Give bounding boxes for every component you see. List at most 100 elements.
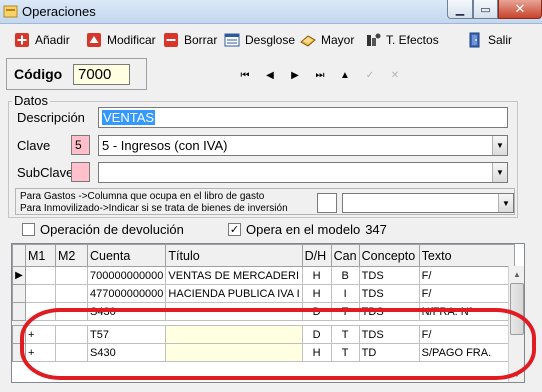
clave-dropdown-icon[interactable]: ▼ (492, 136, 507, 155)
row-indicator (12, 343, 26, 362)
cell-m2[interactable] (55, 343, 88, 362)
breakdown-button[interactable]: Desglose (224, 30, 295, 50)
cancel-record-icon: ✕ (390, 69, 400, 81)
delete-icon (164, 33, 178, 47)
cell-cuenta[interactable]: S430 (86, 343, 167, 362)
cell-titulo[interactable]: VENTAS DE MERCADERI (165, 266, 303, 285)
cell-cuenta[interactable]: S430 (86, 302, 167, 321)
cell-texto[interactable]: N/FRA. Nº (418, 302, 515, 321)
cell-concepto[interactable]: TDS (358, 325, 420, 344)
maximize-button[interactable]: ▭ (473, 0, 498, 19)
modelo-checkbox-row[interactable]: ✓ Opera en el modelo 347 (228, 222, 387, 237)
modelo-checkbox[interactable]: ✓ (228, 223, 241, 236)
column-number-input[interactable] (317, 193, 337, 213)
effects-label: T. Efectos (386, 33, 439, 47)
cell-dh[interactable]: H (301, 266, 332, 285)
cell-m1[interactable] (25, 266, 56, 285)
grid-indicator-header (12, 244, 26, 267)
table-row[interactable]: 477000000000 HACIENDA PUBLICA IVA I H I … (12, 284, 515, 303)
cell-m1[interactable] (25, 302, 56, 321)
next-record-icon[interactable]: ▶ (288, 68, 302, 82)
cell-m2[interactable] (55, 325, 88, 344)
cell-titulo[interactable]: HACIENDA PUBLICA IVA I (165, 284, 303, 303)
cell-can[interactable]: I (330, 284, 360, 303)
minimize-button[interactable]: ▁ (447, 0, 473, 19)
cell-titulo[interactable] (165, 325, 303, 344)
delete-button[interactable]: Borrar (163, 30, 217, 50)
effects-button[interactable]: T. Efectos (365, 30, 439, 50)
cell-concepto[interactable]: TDS (358, 266, 420, 285)
insert-record-icon[interactable]: ▲ (338, 68, 352, 82)
column-header[interactable]: M2 (55, 244, 88, 267)
cell-texto[interactable]: F/ (418, 284, 515, 303)
codigo-input[interactable]: 7000 (73, 64, 130, 85)
grid-scrollbar[interactable]: ▲ ▼ (508, 266, 524, 382)
cell-concepto[interactable]: TDS (358, 284, 420, 303)
exit-label: Salir (488, 33, 513, 47)
column-header[interactable]: D/H (301, 244, 332, 267)
cell-titulo[interactable] (165, 343, 303, 362)
cell-m1[interactable]: + (25, 343, 56, 362)
column-header[interactable]: Cuenta (86, 244, 167, 267)
post-record-icon: ✓ (365, 69, 375, 81)
modify-button[interactable]: Modificar (86, 30, 156, 50)
descripcion-input[interactable]: VENTAS (98, 107, 508, 128)
cell-titulo[interactable] (165, 302, 303, 321)
table-row[interactable]: ▶ 700000000000 VENTAS DE MERCADERI H B T… (12, 266, 515, 285)
cell-dh[interactable]: H (301, 343, 332, 362)
cell-can[interactable]: T (330, 325, 360, 344)
breakdown-label: Desglose (245, 33, 296, 47)
cell-concepto[interactable]: TDS (358, 302, 420, 321)
previous-record-icon[interactable]: ◀ (263, 68, 277, 82)
column-header[interactable]: Texto (418, 244, 515, 267)
subclave-code-input[interactable] (71, 162, 90, 182)
table-row[interactable]: + S430 H T TD S/PAGO FRA. (12, 343, 515, 362)
cell-cuenta[interactable]: 700000000000 (86, 266, 167, 285)
add-button[interactable]: Añadir (14, 30, 70, 50)
column-header[interactable]: M1 (25, 244, 56, 267)
first-record-icon[interactable]: ⏮ (238, 68, 252, 82)
column-header[interactable]: Can (330, 244, 360, 267)
cell-texto[interactable]: F/ (418, 266, 515, 285)
cell-m2[interactable] (55, 302, 88, 321)
inversion-dropdown-icon[interactable]: ▼ (498, 194, 513, 212)
subclave-dropdown-icon[interactable]: ▼ (492, 163, 507, 182)
cell-can[interactable]: T (330, 302, 360, 321)
clave-select[interactable]: 5 - Ingresos (con IVA) (98, 135, 508, 156)
cell-cuenta[interactable]: 477000000000 (86, 284, 167, 303)
cell-m1[interactable] (25, 284, 56, 303)
devolucion-checkbox[interactable] (22, 223, 35, 236)
cell-m2[interactable] (55, 284, 88, 303)
inmovilizado-note-line: Para Inmovilizado->Indicar si se trata d… (20, 203, 288, 214)
cell-dh[interactable]: H (301, 284, 332, 303)
scroll-down-icon[interactable]: ▼ (509, 366, 524, 382)
inversion-select[interactable] (342, 193, 514, 213)
scroll-thumb[interactable] (510, 283, 524, 335)
entries-grid[interactable]: M1 M2 Cuenta Título D/H Can Concepto Tex… (11, 243, 525, 383)
cell-can[interactable]: B (330, 266, 360, 285)
cell-texto[interactable]: S/PAGO FRA. (418, 343, 515, 362)
cell-dh[interactable]: D (301, 325, 332, 344)
subclave-select[interactable] (98, 162, 508, 183)
codigo-panel: Código 7000 (6, 58, 147, 90)
exit-button[interactable]: Salir (467, 30, 512, 50)
table-row[interactable]: S430 D T TDS N/FRA. Nº (12, 302, 515, 321)
cell-concepto[interactable]: TD (358, 343, 420, 362)
cell-m2[interactable] (55, 266, 88, 285)
cell-cuenta[interactable]: T57 (86, 325, 167, 344)
last-record-icon[interactable]: ⏭ (313, 68, 327, 82)
scroll-up-icon[interactable]: ▲ (509, 266, 524, 282)
ledger-button[interactable]: Mayor (300, 30, 354, 50)
cell-m1[interactable]: + (25, 325, 56, 344)
cell-can[interactable]: T (330, 343, 360, 362)
devolucion-checkbox-row[interactable]: Operación de devolución (22, 222, 184, 237)
table-row[interactable]: + T57 D T TDS F/ (12, 325, 515, 344)
close-button[interactable]: ✕ (498, 0, 542, 19)
cell-texto[interactable]: F/ (418, 325, 515, 344)
column-header[interactable]: Título (165, 244, 303, 267)
column-header[interactable]: Concepto (358, 244, 420, 267)
app-icon (3, 5, 18, 18)
clave-code-input[interactable]: 5 (71, 135, 90, 155)
cell-dh[interactable]: D (301, 302, 332, 321)
row-indicator (12, 284, 26, 303)
